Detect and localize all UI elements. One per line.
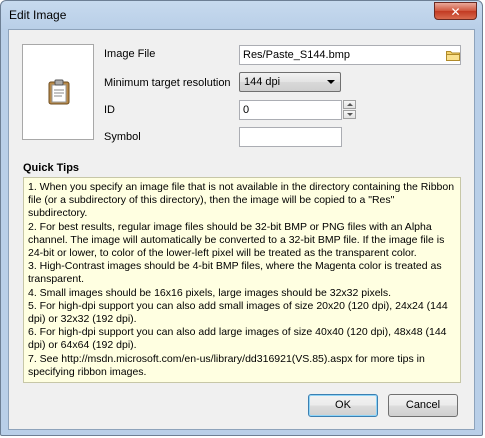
dialog-body: Image File Res/Paste_S144.bmp Minimum ta…	[8, 29, 475, 430]
quick-tips-box: 1. When you specify an image file that i…	[23, 177, 461, 383]
tip-item: 4. Small images should be 16x16 pixels, …	[28, 286, 392, 299]
min-resolution-label: Minimum target resolution	[104, 77, 231, 89]
chevron-down-icon	[327, 80, 335, 84]
tip-item: 1. When you specify an image file that i…	[28, 181, 455, 220]
id-input[interactable]: 0	[239, 100, 342, 120]
symbol-input[interactable]	[239, 127, 342, 147]
window-title: Edit Image	[9, 8, 67, 22]
image-file-label: Image File	[104, 48, 156, 60]
symbol-label: Symbol	[104, 131, 141, 143]
ok-button[interactable]: OK	[308, 394, 378, 417]
tip-item: 6. For high-dpi support you can also add…	[28, 326, 447, 352]
title-bar[interactable]: Edit Image ✕	[1, 1, 482, 29]
image-file-input[interactable]: Res/Paste_S144.bmp	[239, 45, 461, 65]
image-preview	[22, 44, 94, 140]
tip-item: 7. See http://msdn.microsoft.com/en-us/l…	[28, 352, 425, 378]
min-resolution-value: 144 dpi	[244, 76, 281, 88]
spin-up-icon[interactable]	[343, 100, 356, 109]
cancel-button[interactable]: Cancel	[388, 394, 458, 417]
id-spinner[interactable]	[343, 100, 356, 120]
tip-item: 5. For high-dpi support you can also add…	[28, 299, 448, 326]
clipboard-icon	[48, 79, 70, 105]
quick-tips-header: Quick Tips	[23, 162, 80, 174]
edit-image-dialog: Edit Image ✕ Image File Res/Paste_S144.b…	[0, 0, 483, 436]
id-label: ID	[104, 104, 115, 116]
tip-item: 2. For best results, regular image files…	[28, 220, 445, 260]
folder-icon[interactable]	[446, 50, 460, 61]
spin-down-icon[interactable]	[343, 110, 356, 119]
tip-item: 3. High-Contrast images should be 4-bit …	[28, 260, 442, 286]
close-button[interactable]: ✕	[434, 2, 477, 20]
min-resolution-select[interactable]: 144 dpi	[239, 72, 341, 92]
